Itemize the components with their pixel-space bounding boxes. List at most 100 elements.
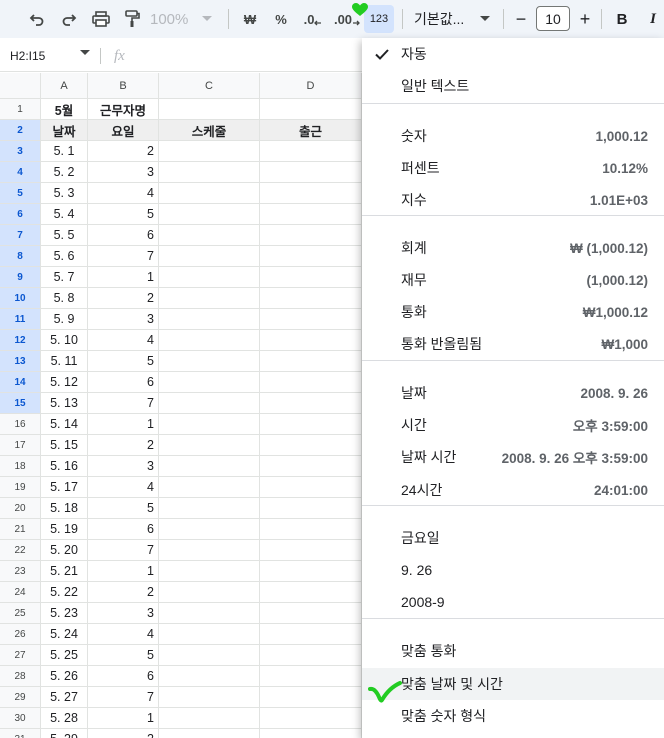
menu-item-format[interactable]: 통화 ₩1,000.12 [362, 296, 664, 328]
cell-a[interactable]: 5. 2 [41, 162, 88, 183]
cell-c[interactable] [159, 456, 260, 477]
cell-d[interactable] [260, 519, 362, 540]
cell-b[interactable]: 4 [88, 183, 159, 204]
cell-d[interactable] [260, 162, 362, 183]
cell-a[interactable]: 5. 16 [41, 456, 88, 477]
cell-c[interactable] [159, 519, 260, 540]
row-header[interactable]: 2 [0, 120, 41, 141]
cell-d[interactable] [260, 603, 362, 624]
select-all-corner[interactable] [0, 73, 41, 99]
row-header[interactable]: 30 [0, 708, 41, 729]
row-header[interactable]: 11 [0, 309, 41, 330]
cell-a[interactable]: 5. 15 [41, 435, 88, 456]
cell-d[interactable] [260, 645, 362, 666]
cell-b[interactable]: 7 [88, 540, 159, 561]
cell-b[interactable]: 3 [88, 456, 159, 477]
cell-a[interactable]: 5. 8 [41, 288, 88, 309]
cell-a[interactable]: 5. 13 [41, 393, 88, 414]
cell-d[interactable] [260, 141, 362, 162]
menu-item-format[interactable]: 회계 ₩ (1,000.12) [362, 232, 664, 264]
menu-item-format[interactable]: 자동 [362, 38, 664, 70]
row-header[interactable]: 4 [0, 162, 41, 183]
undo-icon[interactable] [26, 3, 48, 35]
cell-c[interactable] [159, 330, 260, 351]
cell-b[interactable]: 6 [88, 666, 159, 687]
cell-d[interactable] [260, 393, 362, 414]
zoom-select[interactable]: 100% [150, 3, 200, 35]
row-header[interactable]: 7 [0, 225, 41, 246]
cell-b[interactable]: 1 [88, 414, 159, 435]
cell-c[interactable] [159, 603, 260, 624]
font-size-input[interactable]: 10 [536, 6, 570, 31]
cell-d[interactable] [260, 288, 362, 309]
cell-b[interactable]: 6 [88, 225, 159, 246]
cell-a[interactable]: 5. 10 [41, 330, 88, 351]
cell-d[interactable] [260, 666, 362, 687]
cell-d[interactable] [260, 708, 362, 729]
row-header[interactable]: 12 [0, 330, 41, 351]
cell-b[interactable]: 7 [88, 687, 159, 708]
cell-b[interactable]: 4 [88, 477, 159, 498]
cell-d[interactable] [260, 267, 362, 288]
cell-c[interactable] [159, 435, 260, 456]
cell-a[interactable]: 5. 26 [41, 666, 88, 687]
cell-a[interactable]: 5. 21 [41, 561, 88, 582]
menu-item-format[interactable]: 날짜 2008. 9. 26 [362, 377, 664, 409]
cell-b[interactable]: 5 [88, 498, 159, 519]
row-header[interactable]: 24 [0, 582, 41, 603]
row-header[interactable]: 6 [0, 204, 41, 225]
cell-c[interactable] [159, 99, 260, 120]
row-header[interactable]: 8 [0, 246, 41, 267]
menu-item-format[interactable]: 숫자 1,000.12 [362, 120, 664, 152]
cell-b[interactable]: 2 [88, 729, 159, 738]
cell-b[interactable]: 1 [88, 561, 159, 582]
cell-a[interactable]: 5. 1 [41, 141, 88, 162]
cell-c[interactable] [159, 351, 260, 372]
cell-a[interactable]: 5. 14 [41, 414, 88, 435]
chevron-down-icon[interactable] [479, 3, 491, 35]
cell-a[interactable]: 5. 17 [41, 477, 88, 498]
cell-c[interactable] [159, 498, 260, 519]
menu-item-format[interactable]: 퍼센트 10.12% [362, 152, 664, 184]
cell-b[interactable]: 3 [88, 603, 159, 624]
row-header[interactable]: 14 [0, 372, 41, 393]
cell-b[interactable]: 6 [88, 372, 159, 393]
cell-c[interactable] [159, 666, 260, 687]
cell-c[interactable] [159, 204, 260, 225]
cell-a[interactable]: 5. 29 [41, 729, 88, 738]
cell-b[interactable]: 근무자명 [88, 99, 159, 120]
row-header[interactable]: 29 [0, 687, 41, 708]
menu-item-format[interactable]: 날짜 시간 2008. 9. 26 오후 3:59:00 [362, 441, 664, 473]
row-header[interactable]: 9 [0, 267, 41, 288]
cell-a[interactable]: 5. 19 [41, 519, 88, 540]
row-header[interactable]: 20 [0, 498, 41, 519]
row-header[interactable]: 27 [0, 645, 41, 666]
cell-b[interactable]: 7 [88, 393, 159, 414]
cell-a[interactable]: 5. 6 [41, 246, 88, 267]
menu-item-format[interactable]: 통화 반올림됨 ₩1,000 [362, 328, 664, 360]
menu-item-format[interactable]: 24시간 24:01:00 [362, 474, 664, 506]
redo-icon[interactable] [58, 3, 80, 35]
paint-format-icon[interactable] [121, 3, 143, 35]
cell-d[interactable] [260, 309, 362, 330]
cell-a[interactable]: 날짜 [41, 120, 88, 141]
row-header[interactable]: 22 [0, 540, 41, 561]
bold-button[interactable]: B [613, 3, 631, 35]
cell-b[interactable]: 3 [88, 162, 159, 183]
cell-c[interactable] [159, 561, 260, 582]
name-box[interactable]: H2:I15 [10, 40, 45, 72]
cell-d[interactable] [260, 351, 362, 372]
row-header[interactable]: 3 [0, 141, 41, 162]
cell-c[interactable] [159, 309, 260, 330]
print-icon[interactable] [89, 3, 113, 35]
column-header-a[interactable]: A [41, 73, 88, 99]
cell-a[interactable]: 5. 18 [41, 498, 88, 519]
cell-b[interactable]: 2 [88, 435, 159, 456]
menu-item-format[interactable]: 재무 (1,000.12) [362, 264, 664, 296]
cell-d[interactable]: 출근 [260, 120, 362, 141]
cell-d[interactable] [260, 477, 362, 498]
font-select[interactable]: 기본값... [414, 3, 476, 35]
format-currency-button[interactable]: ₩ [239, 3, 261, 35]
row-header[interactable]: 10 [0, 288, 41, 309]
cell-b[interactable]: 3 [88, 309, 159, 330]
